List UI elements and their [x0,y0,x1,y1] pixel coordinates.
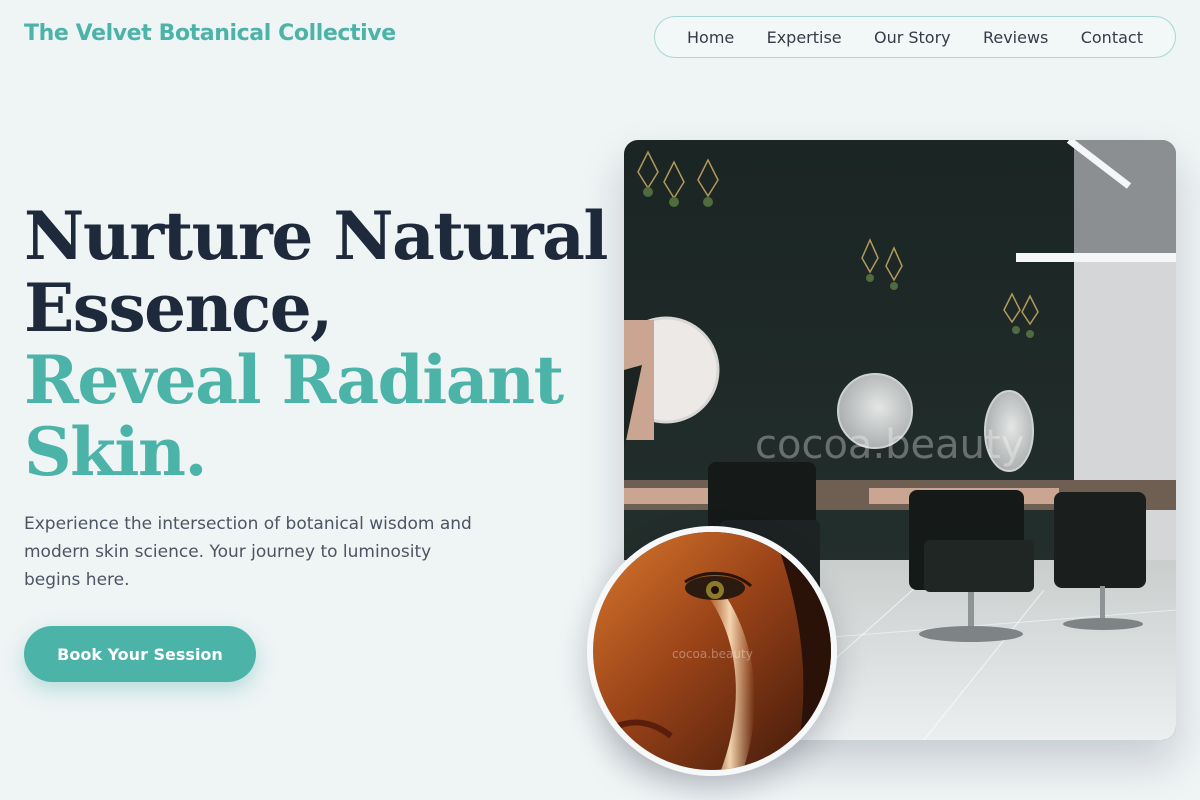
headline-line-1: Nurture Natural [24,197,608,275]
nav-link-expertise[interactable]: Expertise [767,28,842,47]
headline-line-2: Essence, [24,269,333,347]
portrait-image: cocoa.beauty [587,526,837,776]
hero-subtext: Experience the intersection of botanical… [24,514,472,590]
nav-link-contact[interactable]: Contact [1081,28,1143,47]
main-navigation: Home Expertise Our Story Reviews Contact [654,16,1176,58]
book-session-button[interactable]: Book Your Session [24,626,256,682]
nav-link-our-story[interactable]: Our Story [874,28,951,47]
brand-logo-text[interactable]: The Velvet Botanical Collective [24,21,396,46]
nav-link-reviews[interactable]: Reviews [983,28,1048,47]
main-image-watermark: cocoa.beauty [755,422,1025,468]
headline-accent-line-1: Reveal Radiant [24,341,564,419]
hero-headline: Nurture Natural Essence, Reveal Radiant … [24,197,608,491]
portrait-watermark: cocoa.beauty [672,647,753,661]
headline-accent-line-2: Skin. [24,413,207,491]
nav-link-home[interactable]: Home [687,28,734,47]
